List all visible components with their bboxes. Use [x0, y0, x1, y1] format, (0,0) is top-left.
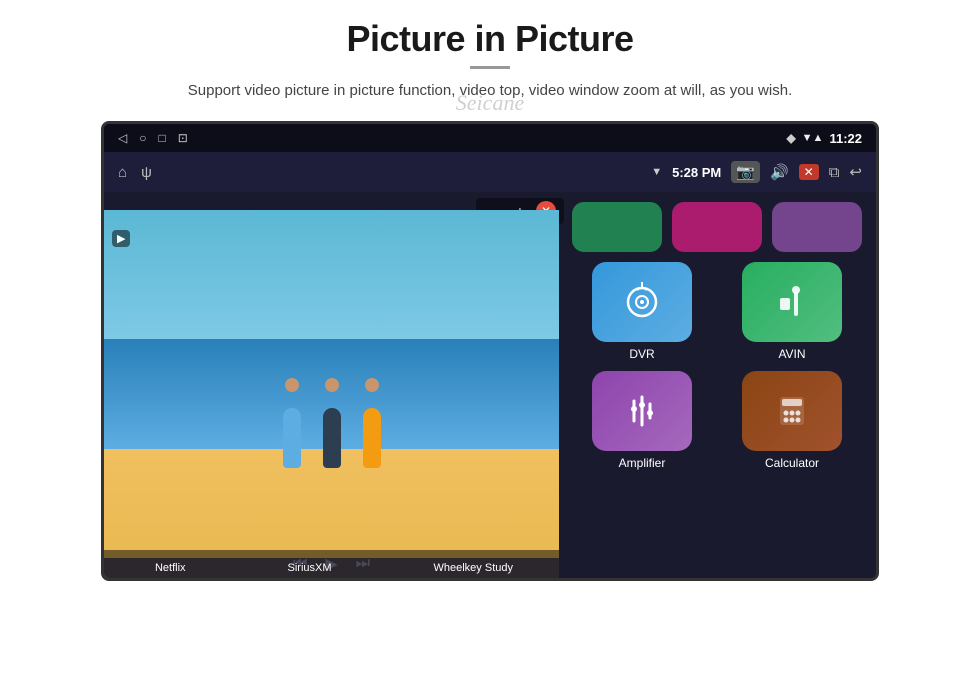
netflix-label: Netflix: [155, 562, 186, 574]
close-icon[interactable]: ✕: [799, 164, 819, 180]
record-indicator: ▶: [112, 230, 130, 247]
toolbar-left: ⌂ ψ: [118, 164, 152, 181]
page-container: Picture in Picture Seicane Support video…: [0, 0, 980, 687]
app-cell-calculator[interactable]: Calculator: [722, 371, 862, 470]
home-nav-icon[interactable]: ○: [139, 131, 146, 145]
app-cell-dvr[interactable]: DVR: [572, 262, 712, 361]
back-nav-icon[interactable]: ◁: [118, 131, 127, 145]
avin-icon: [742, 262, 842, 342]
title-divider: [470, 66, 510, 69]
camera-icon[interactable]: 📷: [731, 161, 760, 183]
calculator-icon: [742, 371, 842, 451]
amplifier-label: Amplifier: [619, 456, 666, 470]
home-icon[interactable]: ⌂: [118, 164, 127, 181]
app-cell-avin[interactable]: AVIN: [722, 262, 862, 361]
usb-icon[interactable]: ψ: [141, 164, 152, 181]
figure-2: [317, 378, 347, 468]
siriusxm-stub: [672, 202, 762, 252]
status-bar-right: ◆ ▼▲ 11:22: [786, 131, 862, 146]
video-area: ▶ ⏮ ▶ ⏭: [104, 210, 559, 578]
subtitle: Support video picture in picture functio…: [188, 79, 792, 103]
figure-1: [277, 378, 307, 468]
toolbar: ⌂ ψ ▼ 5:28 PM 📷 🔊 ✕ ⧉ ↩: [104, 152, 876, 192]
signal-icon: ▼▲: [802, 132, 824, 144]
bottom-labels: Netflix SiriusXM Wheelkey Study: [104, 558, 564, 578]
wheelkey-label: Wheelkey Study: [434, 562, 513, 574]
main-area: − + ✕: [104, 192, 876, 578]
amplifier-icon: [592, 371, 692, 451]
status-bar: ◁ ○ □ ⊡ ◆ ▼▲ 11:22: [104, 124, 876, 152]
siriusxm-label: SiriusXM: [288, 562, 332, 574]
dvr-label: DVR: [629, 347, 654, 361]
apps-main-grid: DVR AVIN: [572, 262, 862, 470]
recents-nav-icon[interactable]: □: [158, 131, 165, 145]
avin-label: AVIN: [778, 347, 805, 361]
wifi-toolbar-icon: ▼: [651, 166, 662, 178]
wheelkey-stub: [772, 202, 862, 252]
app-grid-area: DVR AVIN: [558, 192, 876, 578]
apps-row-top: [572, 202, 862, 252]
device-frame: ◁ ○ □ ⊡ ◆ ▼▲ 11:22 ⌂ ψ ▼ 5:28 PM 📷 🔊: [101, 121, 879, 581]
app-cell-amplifier[interactable]: Amplifier: [572, 371, 712, 470]
volume-icon[interactable]: 🔊: [770, 163, 789, 181]
dvr-icon: [592, 262, 692, 342]
back-icon[interactable]: ↩: [849, 163, 862, 181]
toolbar-time: 5:28 PM: [672, 165, 721, 180]
window-icon[interactable]: ⧉: [829, 164, 840, 181]
figures: [277, 378, 387, 468]
location-icon: ◆: [786, 131, 795, 145]
calculator-label: Calculator: [765, 456, 819, 470]
toolbar-right: ▼ 5:28 PM 📷 🔊 ✕ ⧉ ↩: [651, 161, 862, 183]
figure-3: [357, 378, 387, 468]
netflix-stub: [572, 202, 662, 252]
status-bar-left: ◁ ○ □ ⊡: [118, 131, 188, 145]
screen-nav-icon[interactable]: ⊡: [178, 131, 188, 145]
page-title: Picture in Picture: [346, 18, 633, 60]
pip-overlay: − + ✕: [104, 192, 564, 578]
status-time: 11:22: [829, 131, 862, 146]
